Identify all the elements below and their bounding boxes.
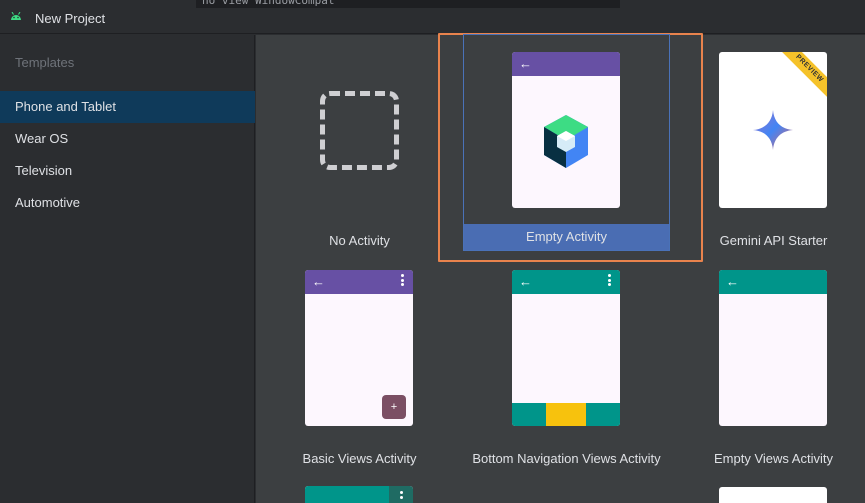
android-icon (11, 12, 21, 20)
back-arrow-icon: ← (519, 274, 532, 289)
app-bar: ← (305, 270, 413, 294)
sidebar-item-automotive[interactable]: Automotive (0, 187, 255, 219)
fab-add-icon: + (382, 395, 406, 419)
sidebar-item-television[interactable]: Television (0, 155, 255, 187)
sidebar-item-wear-os[interactable]: Wear OS (0, 123, 255, 155)
template-label: Gemini API Starter (719, 233, 828, 248)
app-bar: ← (719, 270, 827, 294)
app-bar: ← (512, 270, 620, 294)
phone-preview: ← (512, 270, 620, 426)
template-empty-activity[interactable]: ← Empty Activity (463, 34, 670, 251)
window-title: New Project (35, 11, 106, 26)
compose-logo-icon (544, 115, 588, 168)
title-bar: no view WindowCompat New Project (0, 0, 865, 34)
app-bar-menu-area (389, 486, 413, 503)
phone-preview: ← (512, 52, 620, 208)
template-no-activity[interactable]: No Activity (256, 35, 463, 260)
template-label: Bottom Navigation Views Activity (472, 451, 661, 466)
template-label: Empty Activity (526, 229, 607, 244)
template-label: Basic Views Activity (302, 451, 417, 466)
phone-preview: ← + (305, 270, 413, 426)
bottom-navigation-selected-item (546, 403, 586, 426)
template-gemini-api-starter[interactable]: PREVIEW Gemini API Starter (670, 35, 865, 260)
back-arrow-icon: ← (726, 274, 739, 289)
template-partial-preview[interactable] (719, 487, 827, 503)
bottom-navigation-bar (512, 403, 620, 426)
app-bar (305, 486, 389, 503)
back-arrow-icon: ← (519, 56, 532, 71)
selected-label-bar: Empty Activity (464, 224, 669, 250)
sidebar-item-phone-and-tablet[interactable]: Phone and Tablet (0, 91, 255, 123)
template-grid: No Activity ← Empty Activity PREVIEW Gem… (256, 33, 865, 503)
template-partial-preview[interactable] (305, 486, 413, 503)
phone-preview: PREVIEW (719, 52, 827, 208)
app-bar: ← (512, 52, 620, 76)
background-code-line: no view WindowCompat (196, 0, 620, 8)
template-category-sidebar: Templates Phone and Tablet Wear OS Telev… (0, 35, 255, 503)
overflow-menu-icon (400, 491, 403, 503)
dashed-placeholder-icon (320, 91, 399, 170)
template-label: No Activity (329, 233, 390, 248)
back-arrow-icon: ← (312, 274, 325, 289)
template-basic-views-activity[interactable]: ← + Basic Views Activity (256, 260, 463, 478)
sidebar-heading: Templates (15, 55, 75, 70)
preview-badge: PREVIEW (775, 52, 827, 103)
overflow-menu-icon (401, 274, 404, 286)
template-bottom-navigation-views-activity[interactable]: ← Bottom Navigation Views Activity (463, 260, 670, 478)
template-label: Empty Views Activity (714, 451, 833, 466)
gemini-sparkle-icon (753, 110, 793, 150)
template-empty-views-activity[interactable]: ← Empty Views Activity (670, 260, 865, 478)
overflow-menu-icon (608, 274, 611, 286)
phone-preview: ← (719, 270, 827, 426)
